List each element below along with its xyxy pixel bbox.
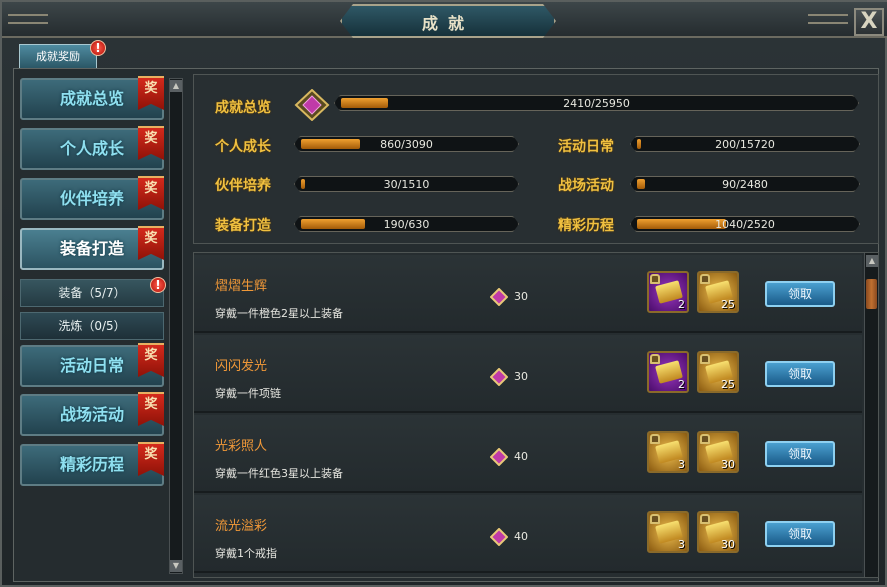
reward-count: 30 <box>721 458 735 471</box>
category-progress-bar: 200/15720 <box>630 136 860 152</box>
claim-button[interactable]: 领取 <box>765 281 835 307</box>
sidebar-item-label: 精彩历程 <box>60 455 125 474</box>
progress-text: 190/630 <box>383 218 430 231</box>
progress-text: 90/2480 <box>722 178 768 191</box>
achievement-name: 熠熠生辉 <box>215 279 268 294</box>
title-ornament-right <box>808 14 848 24</box>
achievement-window: 成就 X 成就奖励 ! ▲ ▼ 成就总览 奖 个人成长 奖 伙伴培养 奖 装备打… <box>0 0 887 587</box>
scroll-thumb[interactable] <box>866 279 877 309</box>
scroll-reward-icon[interactable]: 30 <box>697 431 739 473</box>
progress-text: 860/3090 <box>380 138 433 151</box>
category-progress-bar: 90/2480 <box>630 176 860 192</box>
diamond-gem-icon <box>490 528 508 546</box>
achievement-name: 光彩照人 <box>215 439 268 454</box>
category-label: 精彩历程 <box>558 218 614 234</box>
progress-text: 1040/2520 <box>715 218 775 231</box>
diamond-gem-icon <box>490 448 508 466</box>
subitem-alert-badge: ! <box>150 277 166 293</box>
category-progress-bar: 1040/2520 <box>630 216 860 232</box>
list-scrollbar[interactable]: ▲ <box>864 253 878 577</box>
list-item: 闪闪发光 穿戴一件项链 30 2 25 领取 <box>194 335 862 413</box>
category-label: 伙伴培养 <box>215 178 271 194</box>
progress-text: 200/15720 <box>715 138 775 151</box>
category-progress-bar: 860/3090 <box>294 136 519 152</box>
lock-icon <box>700 434 710 444</box>
lock-icon <box>700 274 710 284</box>
arrow-down-icon[interactable]: ▼ <box>170 560 182 572</box>
sidebar-subitem-refine[interactable]: 洗炼（0/5） <box>20 312 164 340</box>
reward-count: 25 <box>721 298 735 311</box>
scroll-reward-icon[interactable]: 2 <box>647 271 689 313</box>
diamond-gem-icon <box>294 89 330 121</box>
achievement-desc: 穿戴一件红色3星以上装备 <box>215 467 343 480</box>
claim-button[interactable]: 领取 <box>765 521 835 547</box>
progress-text: 30/1510 <box>383 178 430 191</box>
progress-text: 2410/25950 <box>563 97 630 110</box>
reward-count: 2 <box>678 298 685 311</box>
category-label: 个人成长 <box>215 139 271 155</box>
lock-icon <box>650 434 660 444</box>
achievement-points: 30 <box>514 370 528 383</box>
category-progress-bar: 190/630 <box>294 216 519 232</box>
scroll-reward-icon[interactable]: 25 <box>697 351 739 393</box>
sidebar-item-label: 成就总览 <box>60 89 125 108</box>
sidebar-item-label: 装备打造 <box>60 239 125 258</box>
tab-alert-badge: ! <box>90 40 106 56</box>
reward-count: 2 <box>678 378 685 391</box>
sidebar-item-label: 伙伴培养 <box>60 189 125 208</box>
achievement-points: 40 <box>514 530 528 543</box>
scroll-reward-icon[interactable]: 3 <box>647 511 689 553</box>
achievement-list: 熠熠生辉 穿戴一件橙色2星以上装备 30 2 25 领取 闪闪发光 穿戴一件项链… <box>193 252 879 578</box>
reward-count: 25 <box>721 378 735 391</box>
sidebar-scrollbar[interactable]: ▲ ▼ <box>169 78 183 574</box>
title-ornament-left <box>8 14 48 24</box>
sidebar-item-label: 个人成长 <box>60 139 125 158</box>
arrow-up-icon[interactable]: ▲ <box>170 80 182 92</box>
summary-panel: 成就总览 2410/25950 个人成长 860/3090 活动日常 200/1… <box>193 74 879 244</box>
overview-label: 成就总览 <box>215 100 271 116</box>
list-item: 光彩照人 穿戴一件红色3星以上装备 40 3 30 领取 <box>194 415 862 493</box>
achievement-name: 闪闪发光 <box>215 359 268 374</box>
lock-icon <box>700 514 710 524</box>
sidebar-item-label: 战场活动 <box>60 405 125 424</box>
category-label: 装备打造 <box>215 218 271 234</box>
diamond-gem-icon <box>490 288 508 306</box>
close-button[interactable]: X <box>854 8 884 36</box>
list-item: 熠熠生辉 穿戴一件橙色2星以上装备 30 2 25 领取 <box>194 255 862 333</box>
sidebar-item-label: 活动日常 <box>60 356 125 375</box>
lock-icon <box>700 354 710 364</box>
reward-count: 3 <box>678 538 685 551</box>
list-item: 流光溢彩 穿戴1个戒指 40 3 30 领取 <box>194 495 862 573</box>
lock-icon <box>650 514 660 524</box>
category-progress-bar: 30/1510 <box>294 176 519 192</box>
achievement-desc: 穿戴1个戒指 <box>215 547 277 560</box>
arrow-up-icon[interactable]: ▲ <box>866 255 878 267</box>
achievement-points: 40 <box>514 450 528 463</box>
window-title: 成就 <box>421 14 474 33</box>
tab-achievement-rewards[interactable]: 成就奖励 <box>19 44 97 68</box>
reward-count: 30 <box>721 538 735 551</box>
overview-progress-bar: 2410/25950 <box>334 95 859 111</box>
achievement-desc: 穿戴一件橙色2星以上装备 <box>215 307 343 320</box>
claim-button[interactable]: 领取 <box>765 441 835 467</box>
scroll-reward-icon[interactable]: 3 <box>647 431 689 473</box>
scroll-reward-icon[interactable]: 25 <box>697 271 739 313</box>
scroll-reward-icon[interactable]: 2 <box>647 351 689 393</box>
reward-count: 3 <box>678 458 685 471</box>
claim-button[interactable]: 领取 <box>765 361 835 387</box>
sidebar-subitem-equip[interactable]: 装备（5/7） <box>20 279 164 307</box>
lock-icon <box>650 354 660 364</box>
scroll-reward-icon[interactable]: 30 <box>697 511 739 553</box>
achievement-points: 30 <box>514 290 528 303</box>
lock-icon <box>650 274 660 284</box>
category-label: 战场活动 <box>558 178 614 194</box>
category-label: 活动日常 <box>558 139 614 155</box>
diamond-gem-icon <box>490 368 508 386</box>
achievement-name: 流光溢彩 <box>215 519 268 534</box>
achievement-desc: 穿戴一件项链 <box>215 387 281 400</box>
